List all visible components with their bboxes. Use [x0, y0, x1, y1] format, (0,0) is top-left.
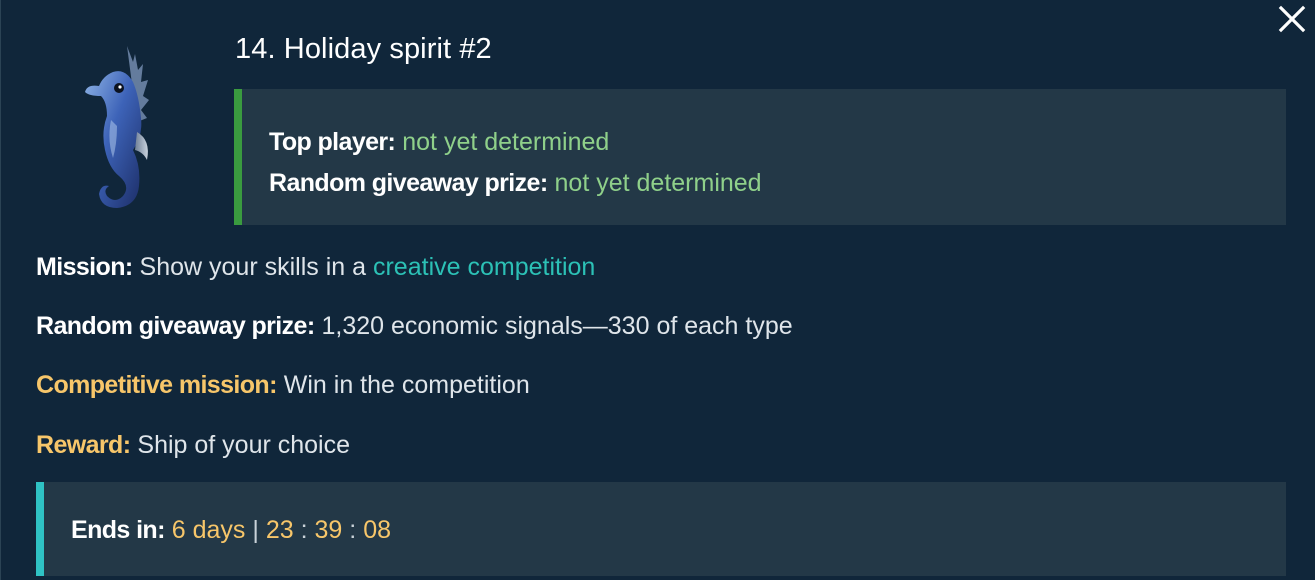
countdown-colon: :	[349, 516, 357, 544]
countdown-hours: 23	[265, 516, 294, 544]
mission-text: Show your skills in a	[139, 253, 367, 281]
prize-row: Random giveaway prize: 1,320 economic si…	[36, 311, 793, 341]
competitive-mission-text: Win in the competition	[283, 371, 530, 399]
countdown-seconds: 08	[363, 516, 391, 544]
giveaway-winner-value: not yet determined	[554, 169, 762, 197]
prize-text: 1,320 economic signals—330 of each type	[321, 312, 793, 340]
giveaway-winner-label: Random giveaway prize:	[269, 169, 548, 197]
countdown-separator: |	[252, 516, 259, 544]
countdown-days: 6 days	[171, 516, 246, 544]
top-player-value: not yet determined	[402, 128, 610, 156]
top-player-label: Top player:	[269, 128, 396, 156]
mission-title: 14. Holiday spirit #2	[235, 33, 492, 65]
creative-competition-link[interactable]: creative competition	[373, 253, 595, 281]
ends-in-label: Ends in:	[71, 516, 165, 544]
top-player-row: Top player: not yet determined	[269, 122, 1286, 163]
reward-row: Reward: Ship of your choice	[36, 430, 350, 460]
competitive-mission-label: Competitive mission:	[36, 371, 277, 399]
countdown-colon: :	[300, 516, 308, 544]
close-icon[interactable]	[1277, 4, 1307, 34]
mission-label: Mission:	[36, 253, 133, 281]
competitive-mission-row: Competitive mission: Win in the competit…	[36, 370, 530, 400]
giveaway-winner-row: Random giveaway prize: not yet determine…	[269, 163, 1286, 204]
mission-dialog: 14. Holiday spirit #2 Top player: not ye…	[0, 0, 1315, 580]
countdown-minutes: 39	[314, 516, 343, 544]
competition-status-panel: Top player: not yet determined Random gi…	[234, 89, 1286, 225]
mission-row: Mission: Show your skills in a creative …	[36, 252, 595, 282]
reward-label: Reward:	[36, 431, 131, 459]
countdown-panel: Ends in: 6 days | 23 : 39 : 08	[36, 482, 1286, 576]
seahorse-icon	[85, 46, 149, 208]
prize-label: Random giveaway prize:	[36, 312, 315, 340]
reward-text: Ship of your choice	[137, 431, 351, 459]
